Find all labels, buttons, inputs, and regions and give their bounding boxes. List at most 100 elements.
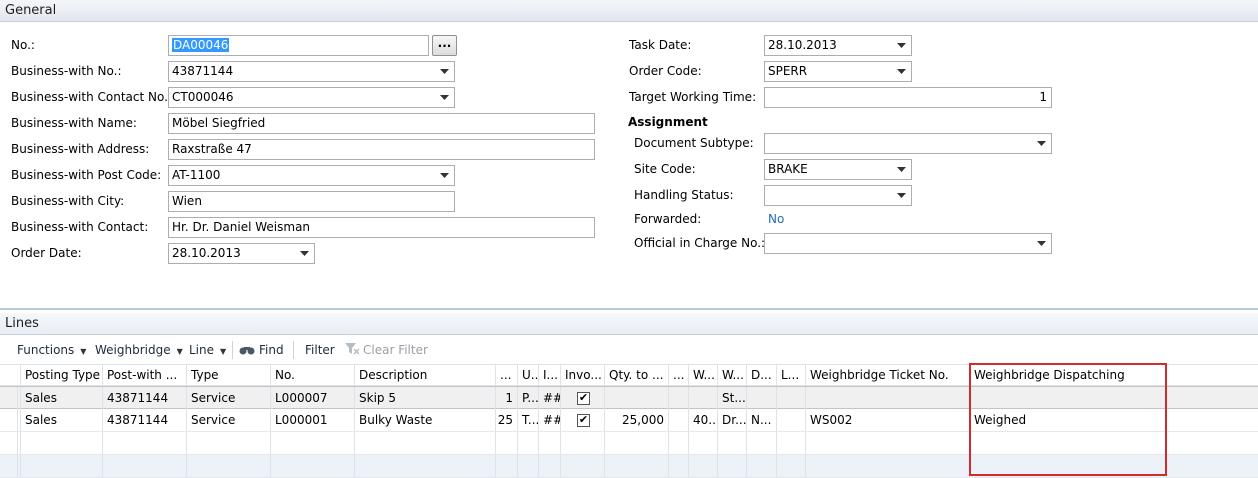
functions-menu[interactable]: Functions ▼ [17,343,86,357]
empty-cell [668,432,688,454]
business-with-post-code-field[interactable]: AT-1100 [168,165,455,186]
chevron-down-icon[interactable] [896,36,908,55]
business-with-address-label: Business-with Address: [11,142,150,156]
chevron-down-icon[interactable] [1036,134,1048,153]
empty-cell [186,455,270,477]
section-divider [0,308,1258,310]
col-description[interactable]: Description [354,365,495,386]
business-with-no-label: Business-with No.: [11,64,122,78]
order-code-field[interactable]: SPERR [764,61,912,82]
cell-i: ## [538,387,560,409]
row-selector[interactable] [0,455,18,477]
col-posting-type[interactable]: Posting Type [20,365,102,386]
functions-label: Functions [17,343,75,357]
chevron-down-icon[interactable] [439,166,451,185]
col-l[interactable]: L... [776,365,805,386]
lines-section-title: Lines [5,316,39,331]
col-unit[interactable]: U... [517,365,538,386]
business-with-contact-no-label: Business-with Contact No.: [11,90,172,104]
business-with-city-value: Wien [172,194,202,208]
cell-quantity: 1 [495,387,517,409]
col-qty-to[interactable]: Qty. to ... [604,365,668,386]
no-assist-button[interactable]: ... [432,35,457,56]
col-type[interactable]: Type [186,365,270,386]
chevron-down-icon[interactable] [896,160,908,179]
col-no[interactable]: No. [270,365,354,386]
chevron-down-icon[interactable] [299,244,311,263]
line-menu[interactable]: Line ▼ [189,343,226,357]
business-with-city-field[interactable]: Wien [168,191,455,212]
cell-quantity: 25 [495,409,517,431]
col-10[interactable]: ... [668,365,688,386]
order-code-value: SPERR [768,64,808,78]
no-label: No.: [11,38,35,52]
empty-cell [20,432,102,454]
cell-post-with: 43871144 [102,409,186,431]
empty-cell [688,432,717,454]
cell-l [776,387,805,409]
col-quantity[interactable]: ... [495,365,517,386]
empty-cell [776,455,805,477]
chevron-down-icon[interactable] [896,62,908,81]
business-with-address-field[interactable]: Raxstraße 47 [168,139,595,160]
empty-cell [538,432,560,454]
empty-cell [776,432,805,454]
business-with-name-field[interactable]: Möbel Siegfried [168,113,595,134]
handling-status-label: Handling Status: [634,188,734,202]
document-subtype-field[interactable] [764,133,1052,154]
empty-cell [102,432,186,454]
business-with-name-value: Möbel Siegfried [172,116,266,130]
col-d[interactable]: D... [746,365,776,386]
forwarded-value[interactable]: No [768,212,784,226]
empty-cell [354,432,495,454]
weighbridge-menu[interactable]: Weighbridge ▼ [95,343,183,357]
cell-no: L000007 [270,387,354,409]
target-working-time-field[interactable]: 1 [764,87,1052,108]
filter-label: Filter [305,343,335,357]
cell-w2: Dr... [717,409,746,431]
clear-filter-button[interactable]: Clear Filter [345,343,428,357]
col-i[interactable]: I... [538,365,560,386]
business-with-contact-field[interactable]: Hr. Dr. Daniel Weisman [168,217,595,238]
cell-description: Skip 5 [354,387,495,409]
no-field[interactable]: DA00046 [168,35,429,56]
task-date-field[interactable]: 28.10.2013 [764,35,912,56]
order-date-field[interactable]: 28.10.2013 [168,243,315,264]
row-selector[interactable] [0,432,18,454]
empty-cell [186,432,270,454]
col-w2[interactable]: W... [717,365,746,386]
invoice-checkbox[interactable]: ✔ [577,392,590,405]
row-selector[interactable] [0,409,18,431]
invoice-checkbox[interactable]: ✔ [577,414,590,427]
chevron-down-icon[interactable] [1036,234,1048,253]
cell-type: Service [186,409,270,431]
caret-down-icon: ▼ [220,347,227,356]
cell-10 [668,409,688,431]
empty-cell [746,432,776,454]
lines-section-header[interactable]: Lines [0,313,1258,335]
col-w1[interactable]: W... [688,365,717,386]
empty-cell [102,455,186,477]
official-in-charge-no-field[interactable] [764,233,1052,254]
business-with-contact-no-field[interactable]: CT000046 [168,87,455,108]
col-post-with[interactable]: Post-with ... [102,365,186,386]
cell-ticket-no [805,387,969,409]
col-invoice[interactable]: Invo... [560,365,604,386]
chevron-down-icon[interactable] [439,62,451,81]
general-section-title: General [5,3,57,18]
filter-button[interactable]: Filter [305,343,335,357]
col-weighbridge-ticket-no[interactable]: Weighbridge Ticket No. [805,365,969,386]
annotation-highlight-box [969,363,1167,476]
business-with-no-field[interactable]: 43871144 [168,61,455,82]
row-selector[interactable] [0,387,18,409]
order-date-value: 28.10.2013 [172,246,241,260]
business-with-contact-value: Hr. Dr. Daniel Weisman [172,220,311,234]
handling-status-field[interactable] [764,185,912,206]
site-code-field[interactable]: BRAKE [764,159,912,180]
empty-cell [270,432,354,454]
empty-cell [538,455,560,477]
find-button[interactable]: Find [239,343,284,357]
chevron-down-icon[interactable] [439,88,451,107]
general-section-header[interactable]: General [0,0,1258,22]
chevron-down-icon[interactable] [896,186,908,205]
